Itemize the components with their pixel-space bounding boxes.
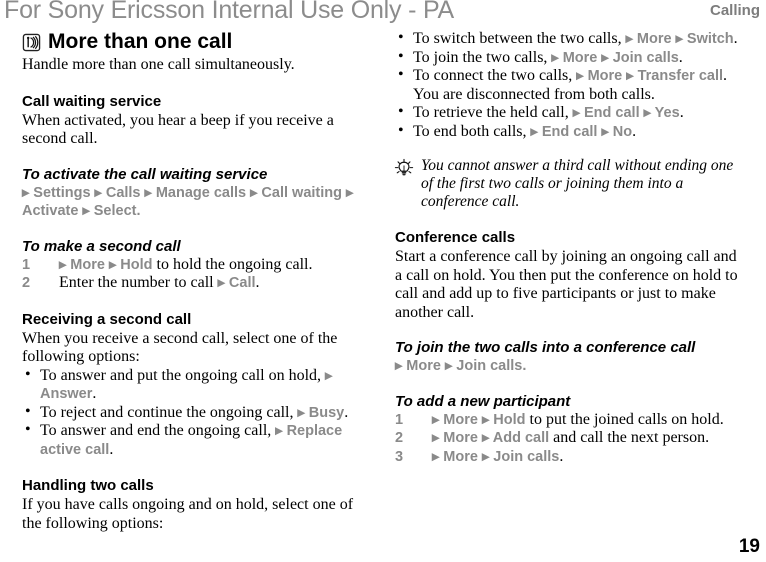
bullet-dot-icon: • bbox=[398, 66, 404, 83]
tip-text: You cannot answer a third call without e… bbox=[421, 157, 734, 210]
bullet-dot-icon: • bbox=[398, 29, 404, 46]
bullet-dot-icon: • bbox=[25, 402, 31, 420]
step-item: 1 ▸ More ▸ Hold to put the joined calls o… bbox=[395, 411, 745, 430]
bullet-text: To end both calls, bbox=[413, 122, 531, 140]
step-menu-reference[interactable]: ▸ More ▸ Add call bbox=[432, 430, 549, 446]
bullet-text: To answer and end the ongoing call, bbox=[40, 422, 276, 439]
bullet-tail: . bbox=[678, 48, 683, 66]
heading-conference-calls: Conference calls bbox=[395, 229, 516, 246]
step-text: Enter the number to call bbox=[59, 274, 218, 291]
subheading-make-second-call: To make a second call bbox=[22, 237, 181, 255]
chapter-title: More than one call bbox=[22, 30, 372, 54]
heading-call-waiting-service: Call waiting service bbox=[22, 92, 162, 110]
page-number: 19 bbox=[738, 536, 760, 557]
call-waiting-body: When activated, you hear a beep if you r… bbox=[22, 111, 334, 148]
step-number: 1 bbox=[395, 411, 404, 428]
bullets-receiving-second-call: • To answer and put the ongoing call on h… bbox=[22, 365, 372, 460]
bullet-text: To switch between the two calls, bbox=[413, 30, 626, 47]
subheading-add-new-participant: To add a new participant bbox=[395, 392, 571, 410]
step-text: to put the joined calls on hold. bbox=[525, 410, 724, 428]
bullet-tail: . bbox=[679, 104, 684, 121]
step-number: 2 bbox=[22, 275, 31, 291]
step-item: 2 Enter the number to call ▸ Call. bbox=[22, 274, 372, 293]
bullet-text: To retrieve the held call, bbox=[413, 104, 573, 121]
subheading-join-two-calls: To join the two calls into a conference … bbox=[395, 339, 696, 356]
lightbulb-tip-icon bbox=[394, 158, 414, 176]
bullet-tail: . bbox=[92, 385, 97, 402]
list-item: • To answer and end the ongoing call, ▸ R… bbox=[22, 421, 372, 459]
heading-handling-two-calls: Handling two calls bbox=[22, 477, 154, 494]
step-number: 2 bbox=[395, 430, 404, 446]
step-text: and call the next person. bbox=[549, 429, 710, 446]
list-item: • To answer and put the ongoing call on h… bbox=[22, 365, 372, 404]
heading-receiving-second-call: Receiving a second call bbox=[22, 310, 192, 328]
bullet-dot-icon: • bbox=[25, 365, 31, 383]
bullet-text: To answer and put the ongoing call on ho… bbox=[40, 366, 326, 384]
steps-make-second-call: 1 ▸ More ▸ Hold to hold the ongoing call.… bbox=[22, 256, 372, 293]
step-number: 3 bbox=[395, 448, 404, 465]
bullet-text: To connect the two calls, bbox=[413, 67, 577, 84]
bullet-tail: . bbox=[733, 30, 738, 47]
menu-path-activate-call-waiting[interactable]: ▸ Settings ▸ Calls ▸ Manage calls ▸ Call… bbox=[22, 184, 372, 221]
bullet-dot-icon: • bbox=[398, 121, 404, 139]
running-head-chapter: Calling bbox=[709, 2, 760, 19]
bullet-tail: . bbox=[109, 440, 114, 458]
bullet-menu-reference[interactable]: ▸ More ▸ Transfer call bbox=[576, 68, 723, 84]
step-text-tail: . bbox=[255, 274, 260, 291]
step-item: 1 ▸ More ▸ Hold to hold the ongoing call. bbox=[22, 256, 372, 275]
chapter-intro: Handle more than one call simultaneously… bbox=[22, 56, 295, 73]
list-item: • To reject and continue the ongoing call… bbox=[22, 402, 372, 423]
step-menu-reference[interactable]: ▸ More ▸ Join calls bbox=[432, 449, 559, 465]
bullet-menu-reference[interactable]: ▸ End call ▸ Yes bbox=[573, 105, 680, 121]
bullet-tail: . bbox=[632, 122, 637, 140]
bullet-text: To join the two calls, bbox=[413, 48, 552, 66]
bullets-handling-two-calls: • To switch between the two calls, ▸ More… bbox=[395, 29, 745, 142]
right-column: • To switch between the two calls, ▸ More… bbox=[394, 29, 745, 467]
steps-add-new-participant: 1 ▸ More ▸ Hold to put the joined calls o… bbox=[395, 411, 745, 467]
subheading-activate-call-waiting: To activate the call waiting service bbox=[22, 165, 268, 183]
list-item: • To end both calls, ▸ End call ▸ No. bbox=[395, 121, 745, 142]
bullet-menu-reference[interactable]: ▸ More ▸ Switch bbox=[626, 31, 734, 47]
list-item: • To join the two calls, ▸ More ▸ Join ca… bbox=[395, 47, 745, 68]
bullet-tail: . bbox=[344, 403, 349, 421]
tip-note: You cannot answer a third call without e… bbox=[394, 157, 745, 211]
conference-body: Start a conference call by joining an on… bbox=[395, 248, 738, 321]
list-item: • To connect the two calls, ▸ More ▸ Tran… bbox=[395, 66, 745, 104]
step-menu-reference[interactable]: ▸ Call bbox=[218, 275, 256, 291]
step-menu-reference[interactable]: ▸ More ▸ Hold bbox=[59, 257, 153, 273]
step-menu-reference[interactable]: ▸ More ▸ Hold bbox=[432, 412, 526, 428]
signal-wave-icon bbox=[22, 33, 41, 51]
list-item: • To retrieve the held call, ▸ End call ▸… bbox=[395, 103, 745, 123]
step-text: . bbox=[559, 447, 564, 465]
receiving-body: When you receive a second call, select o… bbox=[22, 329, 338, 366]
chapter-title-text: More than one call bbox=[48, 30, 233, 53]
step-item: 2 ▸ More ▸ Add call and call the next per… bbox=[395, 429, 745, 448]
step-text: to hold the ongoing call. bbox=[152, 255, 313, 273]
left-column: More than one call Handle more than one … bbox=[22, 30, 372, 533]
menu-path-join-calls[interactable]: ▸ More ▸ Join calls. bbox=[395, 357, 745, 376]
bullet-dot-icon: • bbox=[25, 421, 31, 438]
bullet-menu-reference[interactable]: ▸ End call ▸ No bbox=[531, 124, 633, 140]
bullet-dot-icon: • bbox=[398, 47, 404, 65]
bullet-text: To reject and continue the ongoing call, bbox=[40, 403, 298, 421]
bullet-menu-reference[interactable]: ▸ More ▸ Join calls bbox=[551, 50, 678, 66]
list-item: • To switch between the two calls, ▸ More… bbox=[395, 29, 745, 49]
handling-body: If you have calls ongoing and on hold, s… bbox=[22, 496, 354, 532]
bullet-menu-reference[interactable]: ▸ Busy bbox=[297, 405, 344, 421]
bullet-dot-icon: • bbox=[398, 103, 404, 120]
step-number: 1 bbox=[22, 256, 31, 273]
internal-use-watermark: For Sony Ericsson Internal Use Only - PA bbox=[4, 0, 455, 24]
step-item: 3 ▸ More ▸ Join calls. bbox=[395, 448, 745, 467]
